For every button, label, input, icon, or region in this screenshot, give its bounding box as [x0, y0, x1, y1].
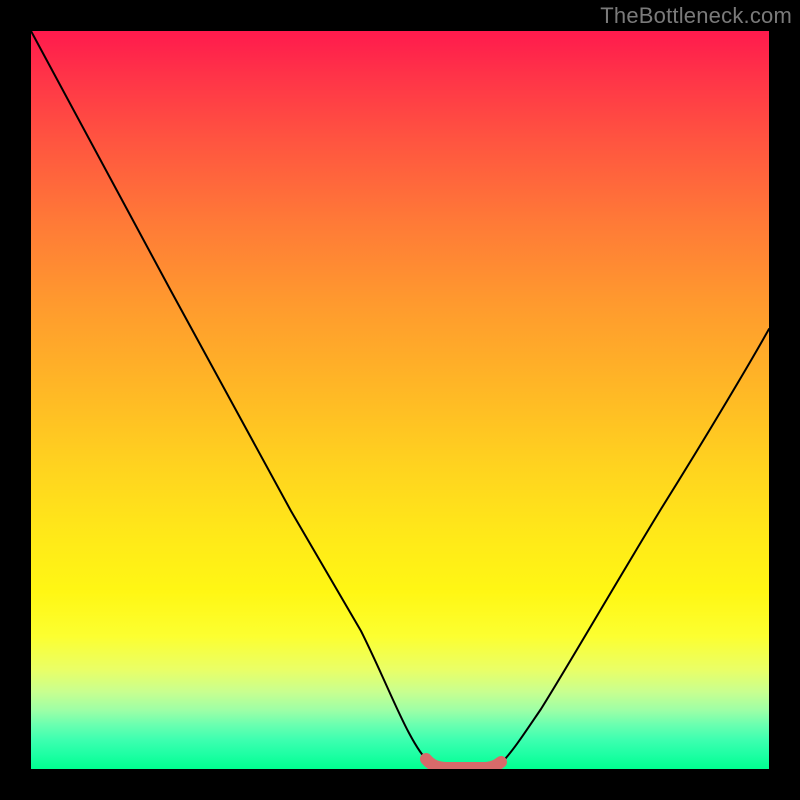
- optimal-range-highlight: [426, 759, 501, 768]
- watermark-text: TheBottleneck.com: [600, 3, 792, 29]
- bottleneck-curve: [31, 31, 769, 768]
- chart-svg: [31, 31, 769, 769]
- outer-frame: TheBottleneck.com: [0, 0, 800, 800]
- plot-area: [31, 31, 769, 769]
